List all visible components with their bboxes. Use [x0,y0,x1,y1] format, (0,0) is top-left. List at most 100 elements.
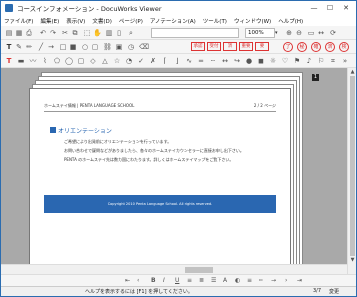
dotted-line-icon[interactable]: ┄ [209,57,217,65]
heart-icon[interactable]: ♡ [281,57,289,65]
bell-icon[interactable]: ♪ [305,57,313,65]
stamp-received[interactable]: 受付 [207,42,221,51]
fit-page-icon[interactable]: ▭ [307,29,315,37]
copy-icon[interactable]: ⧉ [71,29,79,37]
freehand-icon[interactable]: 〰 [29,57,37,65]
pen-icon[interactable]: ✏ [25,43,33,51]
fill-color-icon[interactable]: ◐ [235,277,240,284]
arrow-both-icon[interactable]: ↔ [221,57,229,65]
fit-width-icon[interactable]: ↔ [317,29,325,37]
vertical-scroll-thumb[interactable] [350,76,355,256]
prev-page-icon[interactable]: ‹ [137,277,139,284]
double-line-icon[interactable]: ═ [197,57,205,65]
arrow-style-icon[interactable]: → [271,277,276,284]
zoom-field[interactable]: 100% [245,28,275,38]
diamond-icon[interactable]: ◇ [89,57,97,65]
link-icon[interactable]: ⛓ [103,43,112,51]
stamp-ok[interactable]: 了 [283,42,293,52]
minimize-button[interactable]: — [306,3,322,13]
stamp-approval[interactable]: 承認 [191,42,205,51]
horizontal-scroll-thumb[interactable] [185,267,213,273]
curved-arrow-icon[interactable]: ↪ [233,57,241,65]
rotate-icon[interactable]: ⟳ [329,29,337,37]
print-icon[interactable]: ⎙ [25,29,33,37]
close-button[interactable]: ✕ [338,3,354,13]
first-page-icon[interactable]: ⇤ [125,277,130,284]
text-annotation-icon[interactable]: T [5,43,13,51]
align-center-icon[interactable]: ≣ [199,277,204,284]
stamp-inspect[interactable]: 検 [339,42,349,52]
more-icon[interactable]: » [341,57,349,65]
font-color-icon[interactable]: A [223,277,227,284]
horizontal-scrollbar[interactable] [1,264,347,274]
filled-rectangle-icon[interactable]: ■ [69,43,77,51]
triangle-icon[interactable]: △ [101,57,109,65]
cut-icon[interactable]: ✂ [61,29,69,37]
menu-view[interactable]: 表示(V) [66,17,85,25]
save-icon[interactable]: ▦ [15,29,23,37]
scroll-up-icon[interactable]: ▲ [348,68,357,76]
star-icon[interactable]: ☆ [113,57,121,65]
circle-icon[interactable]: ◯ [65,57,73,65]
bold-icon[interactable]: B [151,277,156,284]
flag-icon[interactable]: ⚑ [293,57,301,65]
polygon-icon[interactable]: ⬠ [53,57,61,65]
ellipse-icon[interactable]: ○ [81,43,89,51]
red-text-icon[interactable]: T [5,57,13,65]
rectangle-icon[interactable]: □ [59,43,67,51]
date-stamp-icon[interactable]: ◷ [127,43,135,51]
page-icon[interactable]: ▯ [115,29,123,37]
rounded-rect-icon[interactable]: ▢ [77,57,85,65]
scroll-down-icon[interactable]: ▼ [348,256,357,264]
vertical-scrollbar[interactable]: ▲ ▼ [347,68,356,274]
align-left-icon[interactable]: ≡ [187,277,192,284]
undo-icon[interactable]: ↶ [39,29,47,37]
next-page-icon[interactable]: › [285,277,287,284]
redo-icon[interactable]: ↷ [49,29,57,37]
check-icon[interactable]: ✓ [137,57,145,65]
stamp-required[interactable]: 要 [255,42,269,51]
line-style-icon[interactable]: ┅ [259,277,263,284]
document-page[interactable]: ホームステイ情報 | PENTA LANGUAGE SCHOOL 2 / 2 ペ… [29,88,291,264]
select-icon[interactable]: ⬚ [83,29,91,37]
line-icon[interactable]: ╱ [37,43,45,51]
cross-icon[interactable]: ✗ [149,57,157,65]
highlighter-icon[interactable]: ▬ [17,57,25,65]
menu-file[interactable]: ファイル(F) [4,17,33,25]
menu-help[interactable]: ヘルプ(H) [278,17,303,25]
clip-icon[interactable]: ⌗ [329,57,337,65]
marker-icon[interactable]: ✎ [15,43,23,51]
bookmark-icon[interactable]: ⚐ [317,57,325,65]
hand-icon[interactable]: ✋ [93,29,102,37]
stamp-complete[interactable]: 済 [325,42,335,52]
search-input[interactable] [151,28,239,38]
stamp-secret[interactable]: 秘 [297,42,307,52]
underline-icon[interactable]: U [175,277,179,284]
menu-page[interactable]: ページ(P) [119,17,143,25]
zoom-out-icon[interactable]: ⊖ [295,29,303,37]
bullet-icon[interactable]: ● [245,57,253,65]
menu-window[interactable]: ウィンドウ(W) [234,17,271,25]
sun-icon[interactable]: ☼ [269,57,277,65]
stamp-confirm[interactable]: 確 [311,42,321,52]
callout-icon[interactable]: ◔ [125,57,133,65]
last-page-icon[interactable]: ⇥ [297,277,302,284]
bracket-icon[interactable]: ⌈ [161,57,169,65]
square-bullet-icon[interactable]: ◼ [257,57,265,65]
thumbnail-icon[interactable]: ▥ [105,29,113,37]
wave-icon[interactable]: ∿ [185,57,193,65]
zoom-dropdown-icon[interactable]: ▾ [275,28,281,38]
align-right-icon[interactable]: ☰ [211,277,216,284]
eraser-icon[interactable]: ⌫ [139,43,149,51]
find-icon[interactable]: ⌕ [127,29,135,37]
open-icon[interactable]: ▤ [5,29,13,37]
polyline-icon[interactable]: ⌇ [41,57,49,65]
menu-tools[interactable]: ツール(T) [203,17,227,25]
image-icon[interactable]: ▣ [115,43,123,51]
arrow-icon[interactable]: → [47,43,55,51]
brace-icon[interactable]: ⌋ [173,57,181,65]
stamp-important[interactable]: 重要 [239,42,253,51]
stamp-done[interactable]: 済 [223,42,237,51]
maximize-button[interactable]: ☐ [322,3,338,13]
menu-annotation[interactable]: アノテーション(A) [150,17,196,25]
